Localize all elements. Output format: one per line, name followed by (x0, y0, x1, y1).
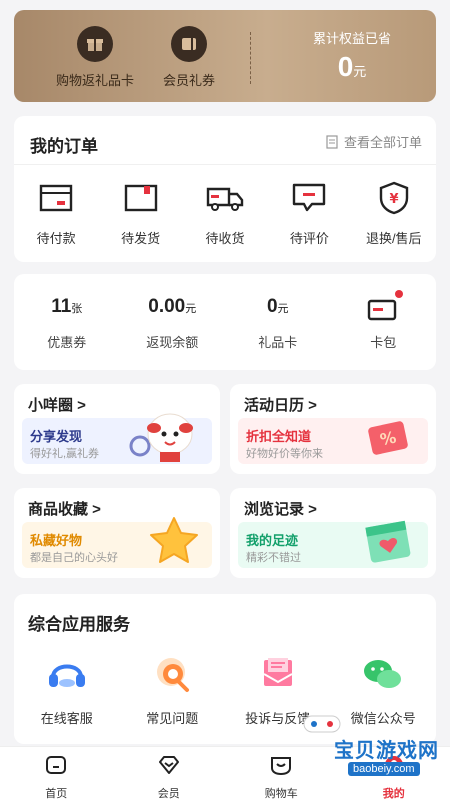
tile-title: 浏览记录 > (244, 501, 317, 518)
headset-icon (45, 652, 89, 696)
gift-card-rebate-label: 购物返礼品卡 (55, 73, 134, 88)
savings-label: 累计权益已省 (312, 31, 391, 46)
package-icon (121, 178, 161, 218)
wallet-icon (36, 178, 76, 218)
comment-icon (289, 178, 329, 218)
tile-title: 活动日历 > (244, 397, 317, 414)
shield-yen-icon: ¥ (374, 178, 414, 218)
watermark-url: baobeiy.com (348, 762, 420, 776)
svg-text:¥: ¥ (389, 192, 398, 207)
tile-xiaomie-circle[interactable]: 小咩圈 > 分享发现 得好礼,赢礼券 (14, 384, 220, 474)
home-icon (46, 756, 67, 774)
cashback-item[interactable]: 0.00元 返现余额 (127, 296, 217, 351)
wechat-icon (361, 652, 405, 696)
coupon-icon (171, 26, 207, 62)
tile-banner: 折扣全知道 好物好价等你来 % (238, 418, 428, 464)
tile-banner: 我的足迹 精彩不错过 (238, 520, 428, 568)
savings-total: 累计权益已省 0元 (282, 28, 422, 83)
view-all-orders-link[interactable]: 查看全部订单 (326, 132, 422, 151)
orders-title: 我的订单 (30, 137, 98, 156)
service-faq[interactable]: 常见问题 (124, 652, 220, 727)
wallet-item[interactable]: 卡包 (338, 290, 428, 351)
savings-value: 0元 (337, 51, 367, 82)
tile-browse-history[interactable]: 浏览记录 > 我的足迹 精彩不错过 (230, 488, 436, 578)
discount-ticket-icon: % (368, 421, 408, 455)
orders-card: 我的订单 查看全部订单 待付款 待发货 待收货 待评价 ¥ 退换/售后 (14, 116, 436, 262)
gamepad-logo-icon (303, 715, 341, 733)
giftcard-item[interactable]: 0元 礼品卡 (233, 296, 323, 351)
sheep-mascot-icon (129, 413, 193, 462)
coupons-count: 11张 (51, 296, 83, 317)
card-wallet-icon (367, 290, 404, 322)
calendar-heart-icon (365, 520, 411, 563)
notification-dot (395, 290, 404, 298)
feedback-icon (256, 652, 300, 696)
member-coupon-label: 会员礼券 (162, 73, 215, 88)
member-coupon-button[interactable]: 会员礼券 (144, 26, 234, 89)
tile-title: 小咩圈 > (28, 397, 86, 414)
watermark-name: 宝贝游戏网 (334, 740, 439, 762)
truck-icon (205, 178, 245, 218)
order-status-after-sales[interactable]: ¥ 退换/售后 (355, 178, 433, 247)
coupons-item[interactable]: 11张 优惠券 (22, 296, 112, 351)
tile-activity-calendar[interactable]: 活动日历 > 折扣全知道 好物好价等你来 % (230, 384, 436, 474)
order-status-to-review[interactable]: 待评价 (270, 178, 348, 247)
giftcard-amount: 0元 (266, 296, 289, 317)
gift-card-rebate-button[interactable]: 购物返礼品卡 (50, 26, 140, 89)
divider (250, 32, 251, 84)
service-online-support[interactable]: 在线客服 (19, 652, 115, 727)
gift-icon (77, 26, 113, 62)
order-status-pending-payment[interactable]: 待付款 (17, 178, 95, 247)
member-icon (158, 756, 179, 774)
tab-home[interactable]: 首页 (16, 747, 96, 800)
watermark: 宝贝游戏网 baobeiy.com (300, 712, 450, 800)
star-icon (150, 517, 198, 563)
list-icon (326, 134, 338, 149)
services-title: 综合应用服务 (28, 615, 130, 634)
tab-member[interactable]: 会员 (129, 747, 209, 800)
cashback-amount: 0.00元 (148, 296, 197, 317)
cart-icon (271, 757, 292, 776)
benefit-banner: 购物返礼品卡 会员礼券 累计权益已省 0元 (14, 10, 436, 102)
assets-card: 11张 优惠券 0.00元 返现余额 0元 礼品卡 卡包 (14, 274, 436, 370)
tile-banner: 私藏好物 都是自己的心头好 (22, 517, 212, 568)
tile-title: 商品收藏 > (28, 501, 101, 518)
tile-banner: 分享发现 得好礼,赢礼券 (22, 413, 212, 464)
order-status-to-ship[interactable]: 待发货 (102, 178, 180, 247)
tile-favorites[interactable]: 商品收藏 > 私藏好物 都是自己的心头好 (14, 488, 220, 578)
order-status-to-receive[interactable]: 待收货 (186, 178, 264, 247)
divider (14, 164, 436, 165)
faq-icon (150, 652, 194, 696)
